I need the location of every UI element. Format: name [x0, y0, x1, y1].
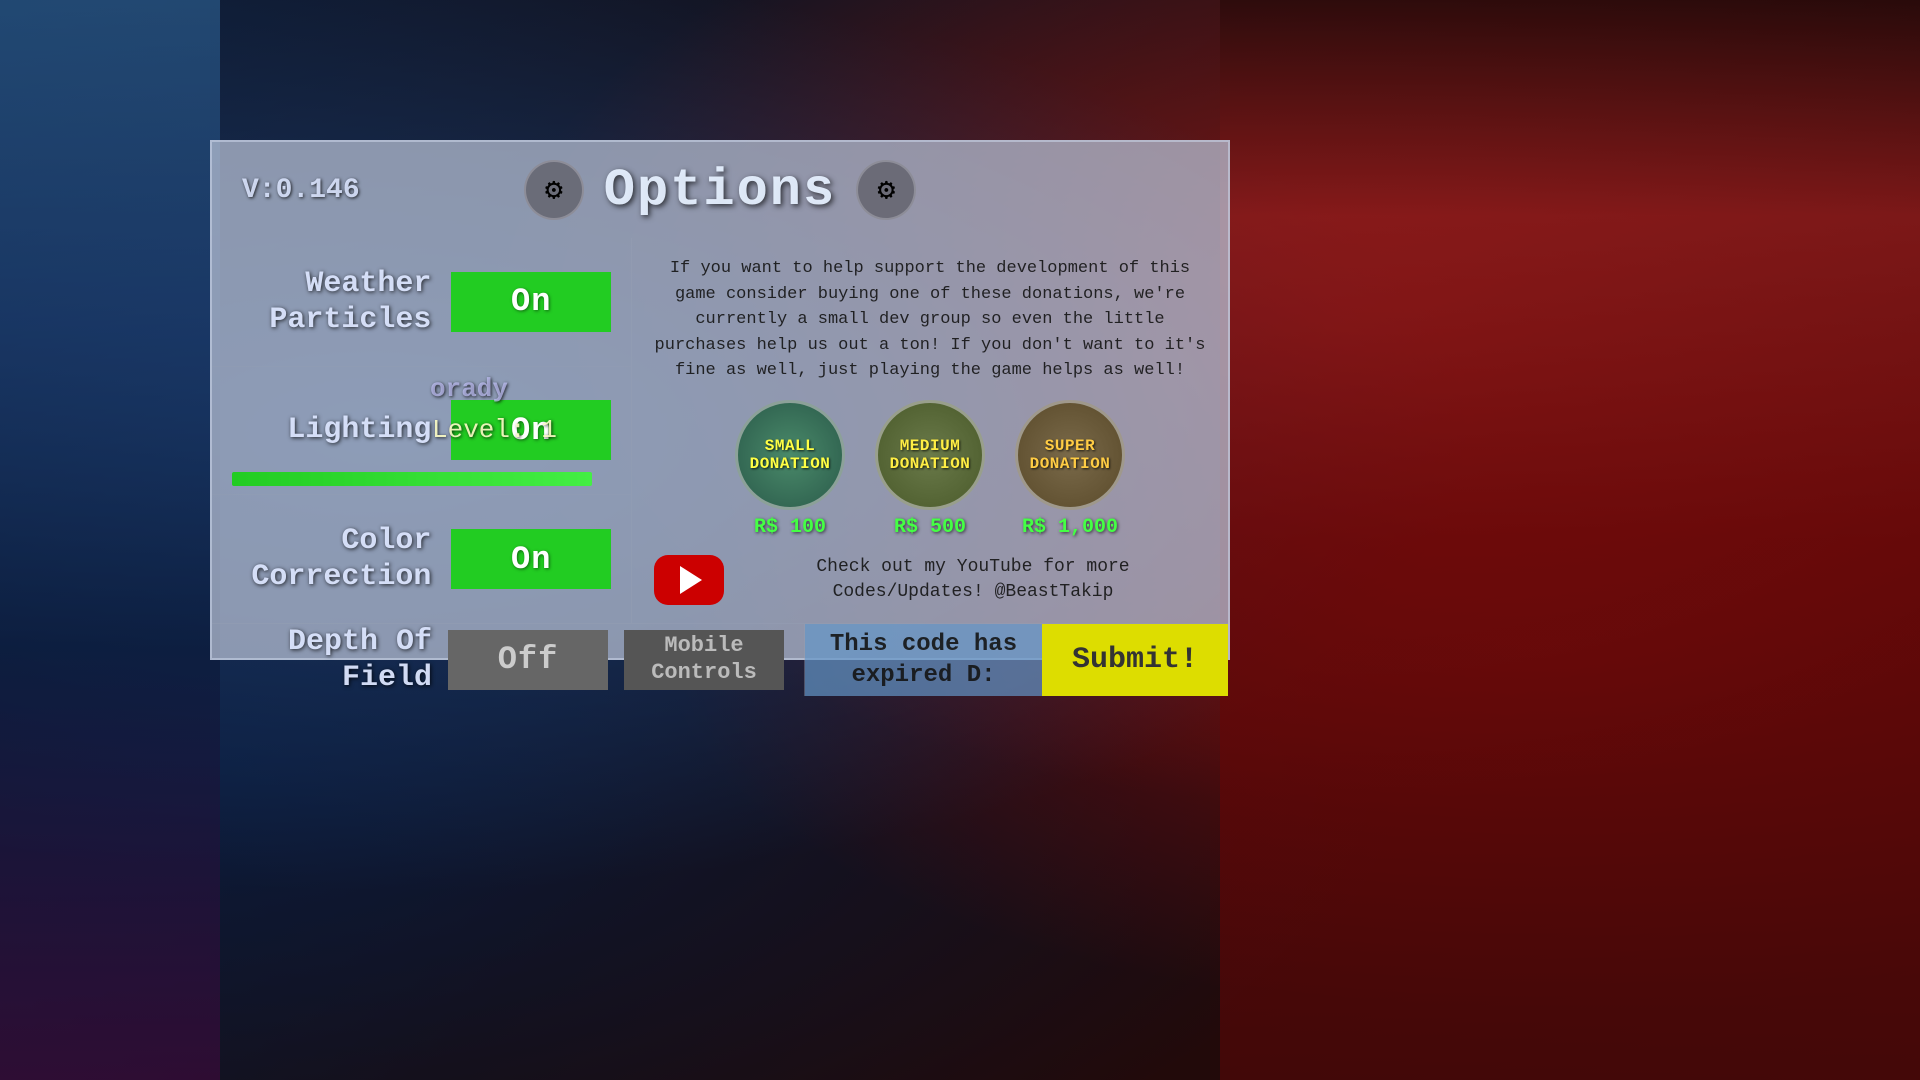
- bg-left: [0, 0, 220, 1080]
- medium-donation-item: MEDIUMDONATION R$ 500: [875, 400, 985, 539]
- code-expired-message: This code has expired D:: [805, 624, 1042, 696]
- medium-donation-circle[interactable]: MEDIUMDONATION: [875, 400, 985, 510]
- depth-of-field-section: Depth Of Field Off Mobile Controls: [212, 624, 805, 696]
- youtube-row: Check out my YouTube for more Codes/Upda…: [654, 555, 1206, 605]
- wrench-icon-right: ⚙: [856, 160, 916, 220]
- color-correction-label: Color Correction: [232, 523, 431, 595]
- color-correction-row: Color Correction On: [212, 495, 631, 623]
- modal-footer: Depth Of Field Off Mobile Controls This …: [212, 623, 1228, 696]
- color-correction-toggle[interactable]: On: [451, 529, 611, 589]
- modal-title: Options: [604, 161, 836, 220]
- small-donation-price: R$ 100: [754, 516, 826, 539]
- lighting-row: Lighting On Level: 1: [212, 367, 631, 496]
- super-donation-price: R$ 1,000: [1022, 516, 1118, 539]
- support-text: If you want to help support the developm…: [654, 256, 1206, 384]
- bg-right: [1220, 0, 1920, 1080]
- lighting-label: Lighting: [232, 412, 431, 448]
- modal-header: V:0.146 ⚙ Options ⚙: [212, 142, 1228, 238]
- youtube-text: Check out my YouTube for more Codes/Upda…: [740, 555, 1206, 605]
- mobile-controls-button[interactable]: Mobile Controls: [624, 630, 784, 690]
- right-panel: If you want to help support the developm…: [632, 238, 1228, 623]
- level-badge: Level: 1: [432, 415, 557, 445]
- weather-particles-toggle[interactable]: On: [451, 272, 611, 332]
- medium-donation-label: MEDIUMDONATION: [890, 437, 971, 473]
- options-modal: V:0.146 ⚙ Options ⚙ Weather Particles On…: [210, 140, 1230, 660]
- super-donation-label: SUPERDONATION: [1030, 437, 1111, 473]
- depth-of-field-toggle[interactable]: Off: [448, 630, 608, 690]
- small-donation-item: SMALLDONATION R$ 100: [735, 400, 845, 539]
- wrench-icon-left: ⚙: [524, 160, 584, 220]
- code-section: This code has expired D: Submit!: [805, 624, 1228, 696]
- modal-body: Weather Particles On Lighting On Level: …: [212, 238, 1228, 623]
- version-label: V:0.146: [242, 175, 360, 206]
- medium-donation-price: R$ 500: [894, 516, 966, 539]
- weather-particles-label: Weather Particles: [232, 266, 431, 338]
- small-donation-label: SMALLDONATION: [750, 437, 831, 473]
- submit-button[interactable]: Submit!: [1042, 624, 1228, 696]
- small-donation-circle[interactable]: SMALLDONATION: [735, 400, 845, 510]
- weather-particles-row: Weather Particles On: [212, 238, 631, 367]
- youtube-play-icon: [680, 566, 702, 594]
- youtube-button[interactable]: [654, 555, 724, 605]
- super-donation-circle[interactable]: SUPERDONATION: [1015, 400, 1125, 510]
- donation-row: SMALLDONATION R$ 100 MEDIUMDONATION R$ 5…: [654, 400, 1206, 539]
- lighting-bar: [232, 472, 592, 486]
- super-donation-item: SUPERDONATION R$ 1,000: [1015, 400, 1125, 539]
- depth-of-field-label: Depth Of Field: [232, 624, 432, 696]
- left-panel: Weather Particles On Lighting On Level: …: [212, 238, 632, 623]
